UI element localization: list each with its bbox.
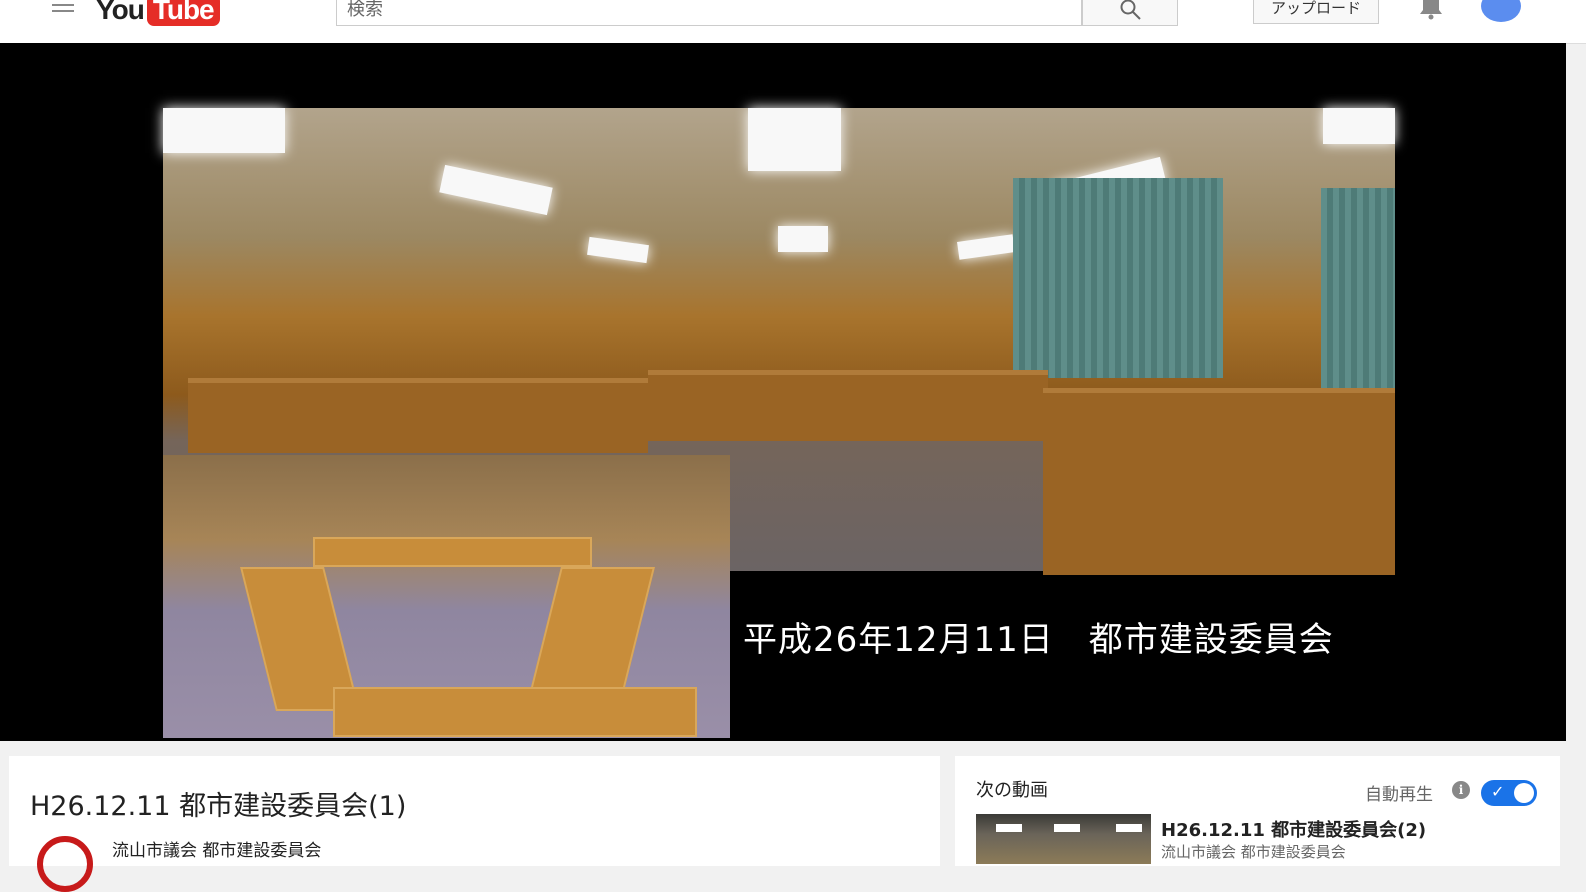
checkmark-icon: ✓ — [1491, 782, 1505, 801]
up-next-sidebar: 次の動画 自動再生 i ✓ H26.12.11 都市建設委員会(2) 流山市議会… — [955, 756, 1560, 866]
next-video-thumbnail[interactable] — [976, 814, 1151, 864]
menu-icon[interactable] — [52, 0, 74, 14]
autoplay-toggle[interactable]: ✓ — [1481, 780, 1537, 806]
channel-name[interactable]: 流山市議会 都市建設委員会 — [112, 836, 321, 861]
info-icon[interactable]: i — [1452, 781, 1470, 799]
youtube-logo[interactable]: You Tube — [96, 0, 220, 28]
channel-avatar[interactable] — [37, 836, 93, 892]
search-icon — [1120, 0, 1141, 20]
video-info-panel: H26.12.11 都市建設委員会(1) 流山市議会 都市建設委員会 — [9, 756, 940, 892]
logo-tube-text: Tube — [146, 0, 220, 26]
inset-camera-view — [163, 455, 730, 738]
next-video-title[interactable]: H26.12.11 都市建設委員会(2) — [1161, 816, 1426, 842]
search-input[interactable]: 検索 — [336, 0, 1082, 26]
video-frame: 平成26年12月11日 都市建設委員会 — [163, 108, 1395, 738]
masthead: You Tube 検索 アップロード — [0, 0, 1586, 44]
up-next-heading: 次の動画 — [976, 780, 1048, 801]
video-title: H26.12.11 都市建設委員会(1) — [30, 791, 407, 822]
search-button[interactable] — [1082, 0, 1178, 26]
account-avatar[interactable] — [1481, 0, 1521, 22]
video-overlay-caption: 平成26年12月11日 都市建設委員会 — [743, 620, 1334, 660]
autoplay-label: 自動再生 — [1365, 785, 1433, 805]
notification-bell-icon[interactable] — [1418, 0, 1444, 20]
next-video-channel: 流山市議会 都市建設委員会 — [1161, 843, 1346, 861]
logo-you-text: You — [96, 0, 145, 25]
video-player[interactable]: 平成26年12月11日 都市建設委員会 — [0, 43, 1566, 741]
upload-button[interactable]: アップロード — [1253, 0, 1379, 24]
